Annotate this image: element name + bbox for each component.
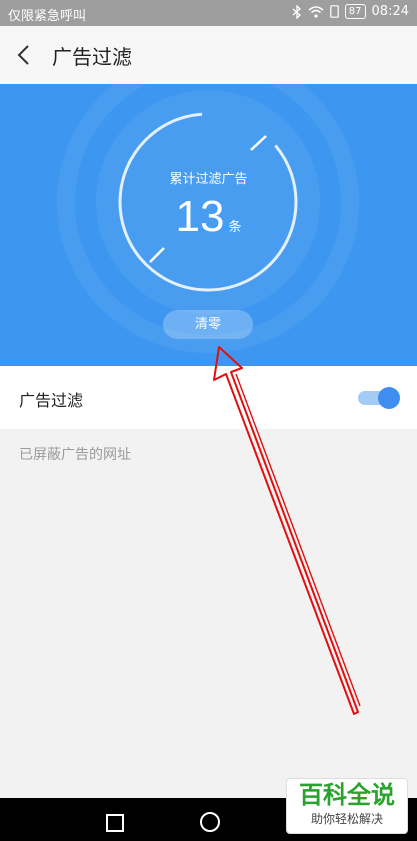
count-unit: 条 xyxy=(228,220,242,235)
status-bar: 仅限紧急呼叫 87 08:24 xyxy=(0,0,417,26)
blocked-urls-header: 已屏蔽广告的网址 xyxy=(19,447,131,463)
total-filtered-label: 累计过滤广告 xyxy=(169,172,248,187)
back-icon[interactable] xyxy=(12,40,38,70)
wifi-icon xyxy=(308,5,324,18)
clock: 08:24 xyxy=(371,4,409,19)
clear-button[interactable]: 清零 xyxy=(163,310,253,339)
sim-icon xyxy=(329,5,339,18)
ad-filter-toggle[interactable] xyxy=(358,386,400,409)
home-circle-icon[interactable] xyxy=(200,812,220,832)
carrier-text: 仅限紧急呼叫 xyxy=(8,9,87,24)
bluetooth-icon xyxy=(292,4,301,19)
recents-square-icon[interactable] xyxy=(106,814,124,832)
watermark-logo: 百科全说 助你轻松解决 xyxy=(286,778,408,834)
battery-icon: 87 xyxy=(344,4,366,19)
ad-filter-setting-row: 广告过滤 xyxy=(0,366,417,429)
ad-filter-label: 广告过滤 xyxy=(19,391,84,410)
ad-stats-panel: 累计过滤广告 13 条 清零 xyxy=(0,84,417,366)
filtered-count: 13 条 xyxy=(0,192,417,242)
page-title: 广告过滤 xyxy=(52,45,132,69)
count-value: 13 xyxy=(175,192,225,241)
header: 广告过滤 xyxy=(0,26,417,85)
watermark-sub-text: 助你轻松解决 xyxy=(310,812,383,826)
watermark-main-text: 百科全说 xyxy=(299,781,395,809)
toggle-knob xyxy=(378,387,400,409)
status-icons: 87 08:24 xyxy=(292,4,409,19)
